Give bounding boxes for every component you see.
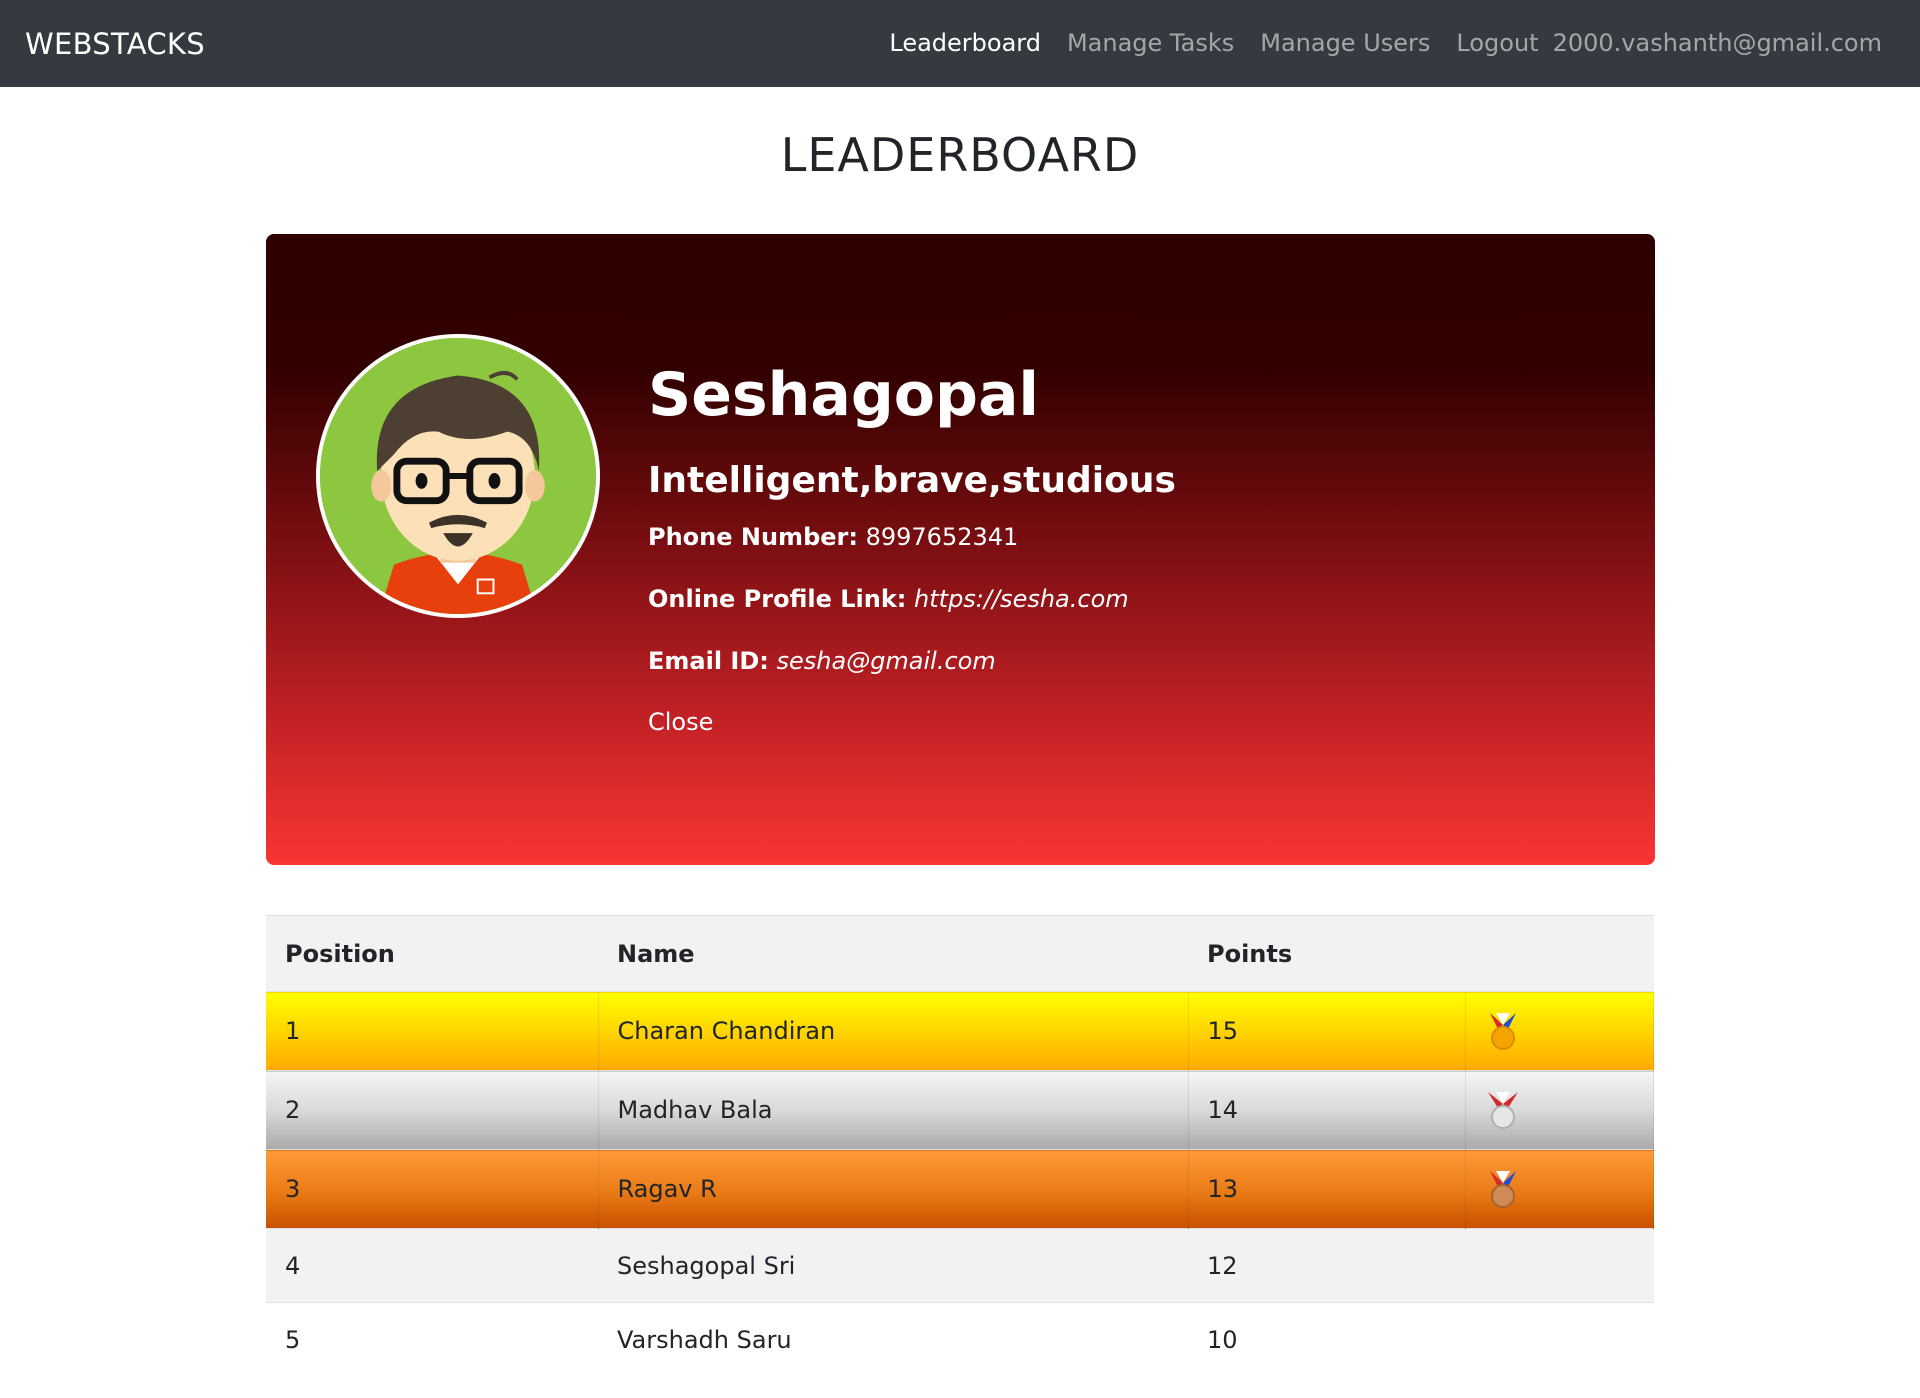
profile-link-value[interactable]: https://sesha.com (914, 585, 1129, 613)
column-header-name: Name (598, 915, 1188, 992)
leaderboard-table: Position Name Points 1 Charan Chandiran … (266, 915, 1654, 1377)
cell-position: 4 (266, 1228, 598, 1303)
table-header-row: Position Name Points (266, 915, 1654, 992)
cell-name: Seshagopal Sri (598, 1228, 1188, 1303)
email-value: sesha@gmail.com (776, 647, 996, 675)
cell-name: Charan Chandiran (598, 991, 1189, 1071)
phone-value: 8997652341 (865, 523, 1019, 551)
cell-position: 5 (266, 1302, 598, 1377)
bronze-medal-icon (1489, 1171, 1516, 1208)
nav-links: Leaderboard Manage Tasks Manage Users Lo… (863, 29, 1882, 57)
cell-medal (1465, 1070, 1654, 1150)
table-row[interactable]: 1 Charan Chandiran 15 (266, 991, 1654, 1071)
email-label: Email ID: (648, 647, 769, 675)
table-row[interactable]: 2 Madhav Bala 14 (266, 1070, 1654, 1150)
cell-points: 14 (1188, 1070, 1466, 1150)
cell-position: 1 (266, 991, 599, 1071)
close-button[interactable]: Close (648, 708, 713, 736)
nav-link-manage-users[interactable]: Manage Users (1260, 29, 1430, 57)
cell-name: Madhav Bala (598, 1070, 1189, 1150)
column-header-position: Position (266, 915, 598, 992)
cell-points: 13 (1188, 1149, 1466, 1229)
silver-medal-icon (1487, 1092, 1518, 1129)
cell-name: Varshadh Saru (598, 1302, 1188, 1377)
column-header-points: Points (1188, 915, 1465, 992)
cell-points: 15 (1188, 991, 1466, 1071)
profile-link-label: Online Profile Link: (648, 585, 907, 613)
page-title: LEADERBOARD (780, 128, 1140, 182)
table-row[interactable]: 4 Seshagopal Sri 12 (266, 1228, 1654, 1303)
nav-link-leaderboard[interactable]: Leaderboard (889, 29, 1041, 57)
cell-name: Ragav R (598, 1149, 1189, 1229)
cell-medal (1465, 1149, 1654, 1229)
column-header-medal (1465, 915, 1654, 992)
nav-link-manage-tasks[interactable]: Manage Tasks (1067, 29, 1234, 57)
cell-medal (1465, 1228, 1654, 1303)
profile-email-line: Email ID: sesha@gmail.com (648, 647, 996, 675)
profile-traits: Intelligent,brave,studious (648, 460, 1176, 501)
cell-position: 3 (266, 1149, 599, 1229)
brand-logo-link[interactable]: WEBSTACKS (25, 27, 205, 61)
cell-medal (1465, 991, 1654, 1071)
nav-link-logout[interactable]: Logout (1456, 29, 1538, 57)
cell-position: 2 (266, 1070, 599, 1150)
profile-link-line: Online Profile Link: https://sesha.com (648, 585, 1129, 613)
phone-label: Phone Number: (648, 523, 858, 551)
user-email: 2000.vashanth@gmail.com (1552, 29, 1882, 57)
table-row[interactable]: 3 Ragav R 13 (266, 1149, 1654, 1229)
top-navbar: WEBSTACKS Leaderboard Manage Tasks Manag… (0, 0, 1920, 87)
profile-name: Seshagopal (648, 360, 1039, 430)
cell-medal (1465, 1302, 1654, 1377)
cartoon-avatar-icon (316, 334, 600, 618)
cell-points: 12 (1188, 1228, 1465, 1303)
cell-points: 10 (1188, 1302, 1465, 1377)
profile-phone-line: Phone Number: 8997652341 (648, 523, 1018, 551)
table-row[interactable]: 5 Varshadh Saru 10 (266, 1302, 1654, 1377)
gold-medal-icon (1489, 1013, 1516, 1050)
profile-card: Seshagopal Intelligent,brave,studious Ph… (266, 234, 1655, 865)
